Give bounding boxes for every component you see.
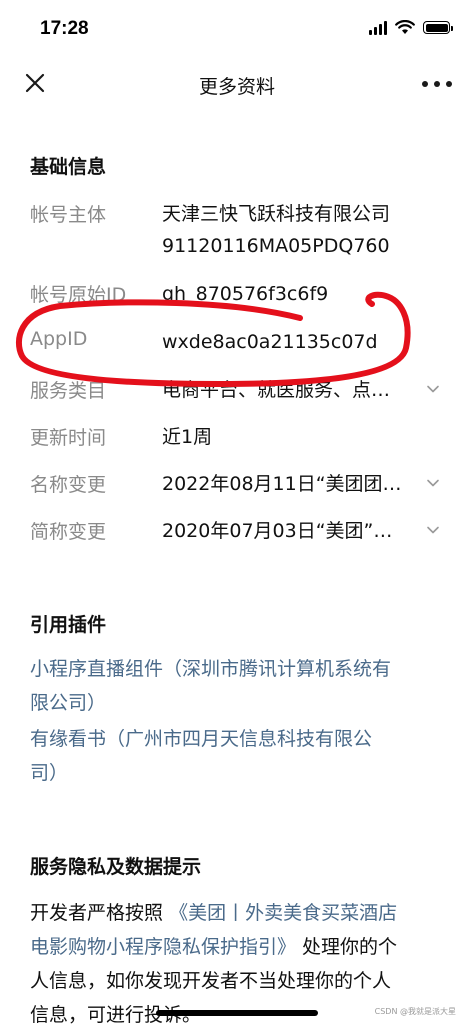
plugin-link-book[interactable]: 有缘看书（广州市四月天信息科技有限公 司） — [30, 722, 440, 790]
plugin-line: 限公司） — [30, 692, 107, 714]
row-value: 2020年07月03日“美团”… — [162, 520, 393, 542]
privacy-prefix: 开发者严格按照 — [30, 902, 164, 924]
plugin-line: 有缘看书（广州市四月天信息科技有限公 — [30, 728, 373, 750]
privacy-policy-link[interactable]: 电影购物小程序隐私保护指引》 — [30, 936, 296, 958]
chevron-down-icon[interactable] — [426, 382, 440, 396]
plugin-line: 司） — [30, 762, 69, 784]
row-label: 服务类目 — [30, 380, 107, 402]
watermark: CSDN @我就是派大星 — [374, 1007, 456, 1016]
plugins-title: 引用插件 — [30, 614, 107, 636]
row-value: 电商平台、就医服务、点… — [162, 379, 391, 401]
row-value: 近1周 — [162, 426, 213, 448]
page-title: 更多资料 — [198, 76, 275, 98]
more-icon[interactable] — [422, 74, 452, 94]
wifi-icon — [395, 20, 415, 34]
row-label: 简称变更 — [30, 521, 107, 543]
nav-bar: 更多资料 — [0, 58, 474, 110]
row-value: 2022年08月11日“美团团… — [162, 473, 402, 495]
privacy-policy-link[interactable]: 《美团丨外卖美食买菜酒店 — [169, 902, 397, 924]
appid-value[interactable]: wxde8ac0a21135c07d — [162, 326, 412, 358]
privacy-line: 人信息，如你发现开发者不当处理你的个人 — [30, 970, 392, 992]
plugin-line: 小程序直播组件（深圳市腾讯计算机系统有 — [30, 658, 392, 680]
row-value: 天津三快飞跃科技有限公司 91120116MA05PDQ760 — [162, 198, 412, 262]
status-bar: 17:28 — [0, 0, 474, 58]
chevron-down-icon[interactable] — [426, 523, 440, 537]
row-label: 帐号主体 — [30, 204, 107, 226]
row-label: 更新时间 — [30, 427, 107, 449]
status-icons — [369, 20, 453, 35]
row-value: gh_870576f3c6f9 — [162, 283, 329, 305]
home-indicator — [156, 1010, 318, 1016]
plugin-link-live[interactable]: 小程序直播组件（深圳市腾讯计算机系统有 限公司） — [30, 652, 440, 720]
company-name: 天津三快飞跃科技有限公司 — [162, 203, 391, 225]
privacy-title: 服务隐私及数据提示 — [30, 856, 202, 878]
row-label: AppID — [30, 328, 88, 350]
row-label: 帐号原始ID — [30, 284, 127, 306]
signal-icon — [369, 20, 387, 35]
battery-icon — [423, 21, 453, 34]
row-label: 名称变更 — [30, 474, 107, 496]
basic-info-title: 基础信息 — [30, 156, 107, 178]
chevron-down-icon[interactable] — [426, 476, 440, 490]
status-time: 17:28 — [40, 18, 89, 39]
privacy-suffix: 处理你的个 — [296, 936, 398, 958]
credit-code: 91120116MA05PDQ760 — [162, 235, 390, 257]
